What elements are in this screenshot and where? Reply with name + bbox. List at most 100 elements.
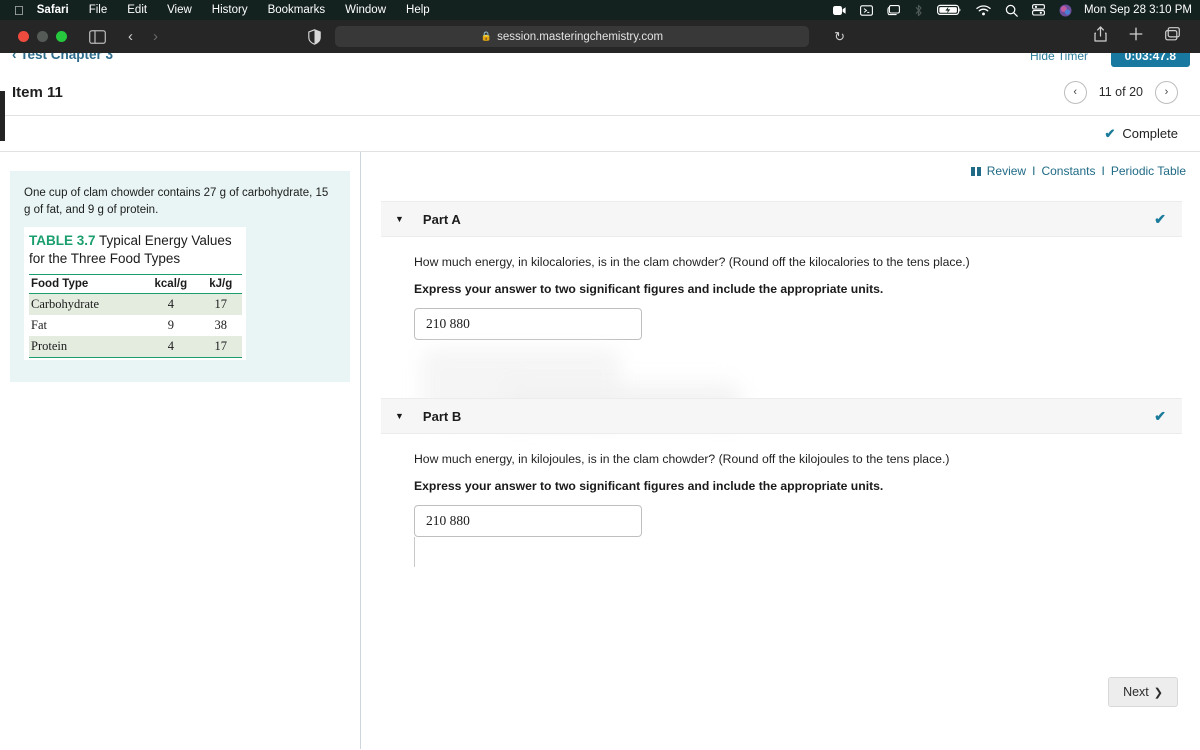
part-a-header[interactable]: ▼ Part A ✔ — [381, 201, 1182, 237]
table-number-label: TABLE 3.7 — [29, 233, 96, 249]
hide-timer-link[interactable]: Hide Timer — [1030, 53, 1088, 63]
menu-item-view[interactable]: View — [167, 4, 192, 16]
maximize-window-button[interactable] — [56, 31, 67, 42]
energy-table-card: TABLE 3.7 Typical Energy Values for the … — [24, 227, 246, 361]
address-bar-url: session.masteringchemistry.com — [497, 30, 664, 43]
pager-prev-button[interactable]: ‹ — [1063, 80, 1087, 104]
item-header-row: Item 11 ‹ 11 of 20 › — [0, 69, 1200, 141]
caret-down-icon[interactable]: ▼ — [395, 214, 404, 224]
part-b-section: ▼ Part B ✔ How much energy, in kilojoule… — [381, 398, 1182, 567]
answer-caret-stub — [414, 537, 415, 567]
menu-item-edit[interactable]: Edit — [127, 4, 147, 16]
status-row: ✔ Complete — [0, 116, 1200, 152]
cell-food-type: Protein — [29, 336, 143, 359]
breadcrumb-row: ‹ Test Chapter 3 Hide Timer 0:03:47.8 — [0, 53, 1200, 69]
menu-item-window[interactable]: Window — [345, 4, 386, 16]
mission-control-icon[interactable] — [887, 4, 900, 16]
cell-kj: 17 — [199, 293, 242, 316]
part-a-section: ▼ Part A ✔ How much energy, in kilocalor… — [381, 201, 1182, 340]
status-badge: ✔ Complete — [1104, 126, 1178, 142]
part-b-label: Part B — [422, 408, 462, 424]
reload-icon[interactable]: ↻ — [834, 29, 845, 45]
reference-links: Review I Constants I Periodic Table — [971, 164, 1186, 178]
back-chevron-icon[interactable]: ‹ — [128, 29, 133, 44]
menu-item-help[interactable]: Help — [406, 4, 430, 16]
pager-next-button[interactable]: › — [1155, 80, 1178, 104]
breadcrumb[interactable]: ‹ Test Chapter 3 — [12, 53, 113, 62]
chevron-right-icon: ❯ — [1153, 686, 1163, 699]
table-row: Carbohydrate 4 17 — [29, 293, 242, 316]
menubar-clock[interactable]: Mon Sep 28 3:10 PM — [1084, 4, 1192, 16]
wifi-icon[interactable] — [976, 4, 991, 16]
siri-icon[interactable] — [1059, 4, 1072, 17]
search-icon[interactable] — [1005, 4, 1018, 17]
ref-separator: I — [1032, 164, 1036, 178]
bluetooth-icon[interactable] — [914, 4, 923, 17]
close-window-button[interactable] — [18, 31, 29, 42]
plus-icon[interactable] — [1129, 27, 1143, 46]
check-icon: ✔ — [1154, 210, 1166, 227]
address-bar[interactable]: 🔒 session.masteringchemistry.com ↻ — [335, 26, 845, 47]
screen-share-icon[interactable] — [860, 4, 873, 16]
menu-item-file[interactable]: File — [89, 4, 108, 16]
menu-item-history[interactable]: History — [212, 4, 248, 16]
table-caption: TABLE 3.7 Typical Energy Values for the … — [24, 229, 244, 269]
part-a-hint: Express your answer to two significant f… — [414, 282, 884, 296]
minimize-window-button[interactable] — [37, 31, 48, 42]
table-body: Carbohydrate 4 17 Fat 9 38 Protein 4 17 — [29, 293, 242, 359]
table-head: Food Type kcal/g kJ/g — [29, 274, 242, 295]
part-b-hint: Express your answer to two significant f… — [414, 479, 884, 493]
nav-buttons: ‹ › — [128, 29, 158, 44]
status-label: Complete — [1122, 126, 1178, 141]
book-icon — [971, 166, 981, 176]
pager-label: 11 of 20 — [1098, 85, 1143, 99]
col-header-kcal: kcal/g — [142, 274, 200, 295]
energy-values-table: Food Type kcal/g kJ/g Carbohydrate 4 17 — [29, 274, 242, 359]
safari-toolbar: ‹ › 🔒 session.masteringchemistry.com ↻ — [0, 20, 1200, 53]
table-row: Fat 9 38 — [29, 315, 242, 336]
cell-kj: 17 — [199, 336, 242, 359]
menu-item-bookmarks[interactable]: Bookmarks — [268, 4, 326, 16]
content-body: One cup of clam chowder contains 27 g of… — [0, 152, 1200, 749]
part-a-body: How much energy, in kilocalories, is in … — [381, 237, 1182, 340]
lock-icon: 🔒 — [480, 31, 493, 41]
part-b-question: How much energy, in kilojoules, is in th… — [414, 452, 950, 466]
control-center-icon[interactable] — [1032, 4, 1045, 16]
constants-link[interactable]: Constants — [1041, 164, 1095, 178]
check-icon: ✔ — [1104, 125, 1116, 141]
menubar-tray — [832, 4, 1072, 17]
part-a-question: How much energy, in kilocalories, is in … — [414, 255, 970, 269]
check-icon: ✔ — [1154, 407, 1166, 424]
cell-kj: 38 — [214, 318, 228, 333]
caret-down-icon[interactable]: ▼ — [395, 411, 404, 421]
show-tabs-icon[interactable] — [1165, 27, 1180, 46]
problem-infobox: One cup of clam chowder contains 27 g of… — [10, 171, 350, 383]
cell-kcal: 4 — [142, 336, 200, 359]
part-b-answer-input[interactable]: 210 880 — [414, 505, 642, 537]
menu-item-safari[interactable]: Safari — [37, 4, 69, 16]
col-header-food-type: Food Type — [29, 274, 143, 295]
left-panel: One cup of clam chowder contains 27 g of… — [0, 152, 360, 749]
video-camera-icon[interactable] — [832, 5, 846, 16]
cell-kcal: 9 — [167, 318, 174, 333]
next-button[interactable]: Next ❯ — [1108, 677, 1178, 707]
col-header-kj: kJ/g — [199, 274, 242, 295]
battery-charging-icon[interactable] — [936, 4, 962, 16]
part-a-answer-input[interactable]: 210 880 — [414, 308, 642, 340]
toolbar-right-actions — [1094, 26, 1180, 47]
timer-badge[interactable]: 0:03:47.8 — [1110, 53, 1190, 67]
forward-chevron-icon[interactable]: › — [153, 29, 158, 44]
problem-intro-text: One cup of clam chowder contains 27 g of… — [24, 187, 329, 216]
review-link[interactable]: Review — [987, 164, 1026, 178]
cell-food-type: Carbohydrate — [29, 293, 143, 316]
share-icon[interactable] — [1094, 26, 1107, 47]
next-button-label: Next — [1123, 685, 1149, 699]
part-b-header[interactable]: ▼ Part B ✔ — [381, 398, 1182, 434]
cell-kcal: 4 — [142, 293, 200, 316]
breadcrumb-label: Test Chapter 3 — [20, 53, 114, 62]
privacy-shield-icon[interactable] — [308, 28, 321, 45]
page-root: ‹ Test Chapter 3 Hide Timer 0:03:47.8 It… — [0, 53, 1200, 750]
apple-logo-icon[interactable]:  — [14, 4, 24, 17]
periodic-table-link[interactable]: Periodic Table — [1111, 164, 1186, 178]
sidebar-toggle-icon[interactable] — [89, 29, 106, 44]
